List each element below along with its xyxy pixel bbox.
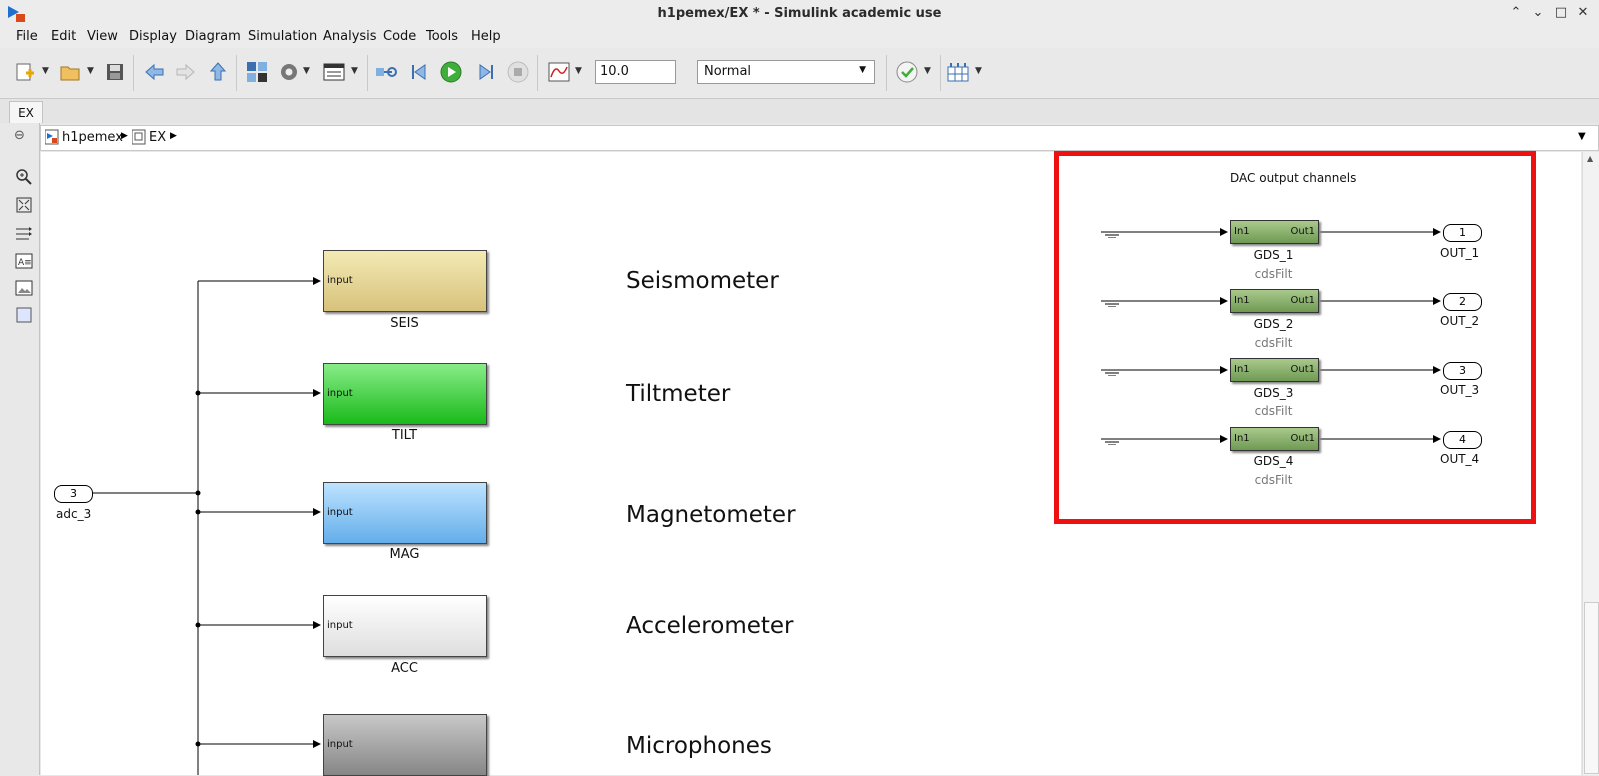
- gds-filter-block[interactable]: In1 Out1: [1230, 358, 1319, 382]
- gds-block-name: GDS_1: [1253, 248, 1294, 262]
- port-label: input: [327, 388, 353, 399]
- annotation-text: Accelerometer: [626, 613, 794, 639]
- subsystem-seis[interactable]: input: [323, 250, 487, 312]
- annotation-text: Microphones: [626, 733, 772, 759]
- outport-label: OUT_3: [1440, 383, 1480, 397]
- port-label: input: [327, 739, 353, 750]
- out-port-label: Out1: [1290, 433, 1316, 444]
- outport-label: OUT_4: [1440, 452, 1480, 466]
- outport-label: OUT_2: [1440, 314, 1480, 328]
- out-port-label: Out1: [1290, 226, 1316, 237]
- inport-label: adc_3: [56, 507, 92, 521]
- gds-filter-block[interactable]: In1 Out1: [1230, 220, 1319, 244]
- subsystem-name: MAG: [389, 547, 420, 562]
- gds-block-lib: cdsFilt: [1254, 336, 1293, 350]
- outport-block[interactable]: 3: [1443, 362, 1482, 380]
- gds-block-lib: cdsFilt: [1254, 473, 1293, 487]
- subsystem-mag[interactable]: input: [323, 482, 487, 544]
- gds-block-name: GDS_3: [1253, 386, 1294, 400]
- port-label: input: [327, 275, 353, 286]
- subsystem-name: TILT: [391, 428, 418, 443]
- subsystem-acc[interactable]: input: [323, 595, 487, 657]
- gds-block-lib: cdsFilt: [1254, 267, 1293, 281]
- annotation-text: Seismometer: [626, 268, 779, 294]
- inport-block[interactable]: 3: [54, 485, 93, 503]
- annotation-text: Tiltmeter: [626, 381, 731, 407]
- subsystem-tilt[interactable]: input: [323, 363, 487, 425]
- gds-block-lib: cdsFilt: [1254, 404, 1293, 418]
- subsystem-mic[interactable]: input: [323, 714, 487, 776]
- in-port-label: In1: [1234, 295, 1250, 306]
- outport-label: OUT_1: [1440, 246, 1480, 260]
- annotation-text: Magnetometer: [626, 502, 796, 528]
- outport-block[interactable]: 4: [1443, 431, 1482, 449]
- port-label: input: [327, 620, 353, 631]
- outport-block[interactable]: 2: [1443, 293, 1482, 311]
- port-label: input: [327, 507, 353, 518]
- dac-title: DAC output channels: [1230, 171, 1357, 185]
- gds-filter-block[interactable]: In1 Out1: [1230, 427, 1319, 451]
- in-port-label: In1: [1234, 433, 1250, 444]
- in-port-label: In1: [1234, 226, 1250, 237]
- out-port-label: Out1: [1290, 295, 1316, 306]
- in-port-label: In1: [1234, 364, 1250, 375]
- gds-block-name: GDS_2: [1253, 317, 1294, 331]
- out-port-label: Out1: [1290, 364, 1316, 375]
- gds-filter-block[interactable]: In1 Out1: [1230, 289, 1319, 313]
- subsystem-name: ACC: [391, 661, 418, 676]
- gds-block-name: GDS_4: [1253, 454, 1294, 468]
- outport-block[interactable]: 1: [1443, 224, 1482, 242]
- subsystem-name: SEIS: [390, 316, 419, 331]
